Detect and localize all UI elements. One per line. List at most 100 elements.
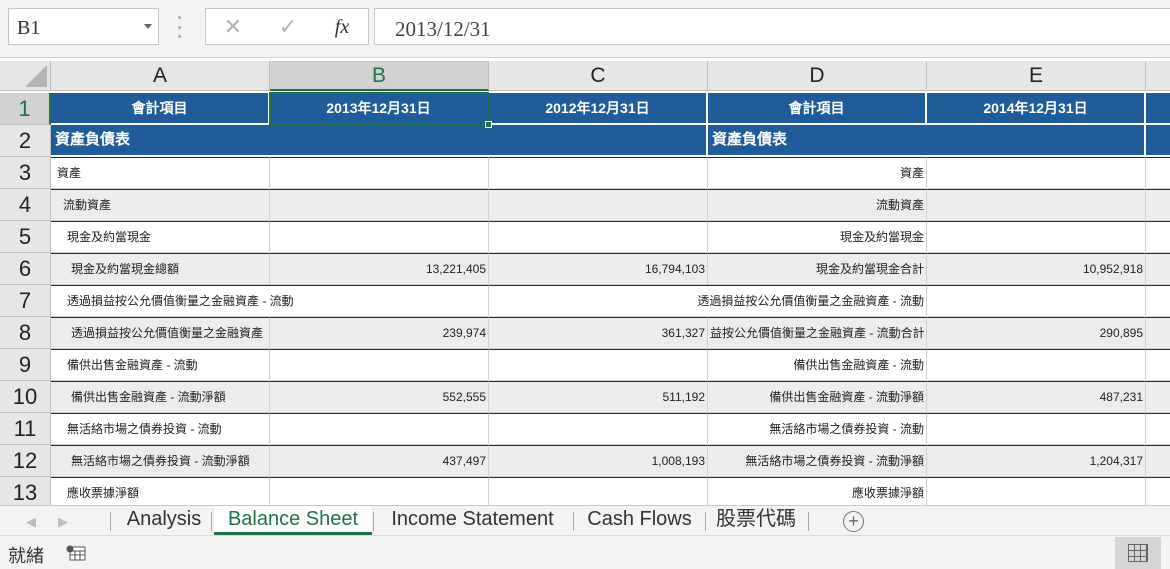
cell-c12[interactable]: 1,008,193 <box>489 445 708 477</box>
row-header-13[interactable]: 13 <box>0 477 51 505</box>
cell-b9[interactable] <box>270 349 489 381</box>
cancel-icon[interactable]: ✕ <box>218 13 248 41</box>
cell-b10[interactable]: 552,555 <box>270 381 489 413</box>
name-box-value[interactable]: B1 <box>17 17 40 40</box>
column-header-f[interactable] <box>1146 61 1170 91</box>
cell-a13[interactable]: 應收票據淨額 <box>51 477 270 505</box>
row-header-12[interactable]: 12 <box>0 445 51 477</box>
cell-b8[interactable]: 239,974 <box>270 317 489 349</box>
cell-e3[interactable] <box>927 157 1146 189</box>
row-header-10[interactable]: 10 <box>0 381 51 413</box>
cell-a6[interactable]: 現金及約當現金總額 <box>51 253 270 285</box>
header-cell-d[interactable]: 會計項目 <box>708 93 927 125</box>
column-header-a[interactable]: A <box>51 61 270 91</box>
macro-record-icon[interactable] <box>66 545 86 561</box>
cell-a9[interactable]: 備供出售金融資產 - 流動 <box>51 349 270 381</box>
header-cell-a[interactable]: 會計項目 <box>51 93 270 125</box>
chevron-down-icon[interactable] <box>144 24 152 29</box>
cell-e12[interactable]: 1,204,317 <box>927 445 1146 477</box>
cell-b4[interactable] <box>270 189 489 221</box>
formula-value[interactable]: 2013/12/31 <box>395 17 491 42</box>
column-header-d[interactable]: D <box>708 61 927 91</box>
cell-d7[interactable]: 透過損益按公允價值衡量之金融資產 - 流動 <box>489 285 927 317</box>
cell-f11[interactable] <box>1146 413 1170 445</box>
cell-c5[interactable] <box>489 221 708 253</box>
cell-f6[interactable] <box>1146 253 1170 285</box>
cell-f7[interactable] <box>1146 285 1170 317</box>
column-header-b[interactable]: B <box>270 61 489 91</box>
cell-a12[interactable]: 無活絡市場之債券投資 - 流動淨額 <box>51 445 270 477</box>
cell-a4[interactable]: 流動資產 <box>51 189 270 221</box>
header-cell-f[interactable] <box>1146 93 1170 125</box>
cell-b11[interactable] <box>270 413 489 445</box>
cell-d3[interactable]: 資產 <box>708 157 927 189</box>
column-header-e[interactable]: E <box>927 61 1146 91</box>
cell-e10[interactable]: 487,231 <box>927 381 1146 413</box>
cell-e8[interactable]: 290,895 <box>927 317 1146 349</box>
section-cell-f[interactable] <box>1146 125 1170 157</box>
row-header-6[interactable]: 6 <box>0 253 51 285</box>
cell-f9[interactable] <box>1146 349 1170 381</box>
add-sheet-icon[interactable]: + <box>843 511 864 532</box>
cell-e13[interactable] <box>927 477 1146 505</box>
row-header-7[interactable]: 7 <box>0 285 51 317</box>
cell-f3[interactable] <box>1146 157 1170 189</box>
cell-f13[interactable] <box>1146 477 1170 505</box>
cell-e6[interactable]: 10,952,918 <box>927 253 1146 285</box>
section-title-right[interactable]: 資產負債表 <box>708 125 1146 157</box>
cell-c4[interactable] <box>489 189 708 221</box>
cell-e5[interactable] <box>927 221 1146 253</box>
cell-c13[interactable] <box>489 477 708 505</box>
formula-input[interactable]: 2013/12/31 <box>374 8 1170 45</box>
cell-e11[interactable] <box>927 413 1146 445</box>
sheet-tab-1[interactable]: Analysis <box>114 506 214 535</box>
cell-b13[interactable] <box>270 477 489 505</box>
cell-a11[interactable]: 無活絡市場之債券投資 - 流動 <box>51 413 270 445</box>
cell-d10[interactable]: 備供出售金融資產 - 流動淨額 <box>708 381 927 413</box>
row-header-11[interactable]: 11 <box>0 413 51 445</box>
cell-d8[interactable]: 益按公允價值衡量之金融資產 - 流動合計 <box>708 317 927 349</box>
cell-c6[interactable]: 16,794,103 <box>489 253 708 285</box>
cell-f10[interactable] <box>1146 381 1170 413</box>
row-header-4[interactable]: 4 <box>0 189 51 221</box>
name-box[interactable]: B1 <box>8 8 159 45</box>
cell-c9[interactable] <box>489 349 708 381</box>
row-header-1[interactable]: 1 <box>0 93 51 125</box>
sheet-tab-2[interactable]: Balance Sheet <box>214 506 372 535</box>
cell-a7[interactable]: 透過損益按公允價值衡量之金融資產 - 流動 <box>51 285 489 317</box>
fill-handle[interactable] <box>485 121 492 128</box>
chevron-left-icon[interactable]: ◀ <box>26 514 36 530</box>
cell-f4[interactable] <box>1146 189 1170 221</box>
select-all-button[interactable] <box>0 61 51 91</box>
row-header-8[interactable]: 8 <box>0 317 51 349</box>
cell-f8[interactable] <box>1146 317 1170 349</box>
header-cell-c[interactable]: 2012年12月31日 <box>489 93 708 125</box>
enter-icon[interactable]: ✓ <box>273 13 303 41</box>
cell-d5[interactable]: 現金及約當現金 <box>708 221 927 253</box>
row-header-9[interactable]: 9 <box>0 349 51 381</box>
cell-e4[interactable] <box>927 189 1146 221</box>
row-header-2[interactable]: 2 <box>0 125 51 157</box>
column-header-c[interactable]: C <box>489 61 708 91</box>
cell-d13[interactable]: 應收票據淨額 <box>708 477 927 505</box>
chevron-right-icon[interactable]: ▶ <box>58 514 68 530</box>
sheet-tab-5[interactable]: 股票代碼 <box>706 506 806 535</box>
row-header-5[interactable]: 5 <box>0 221 51 253</box>
cell-a10[interactable]: 備供出售金融資產 - 流動淨額 <box>51 381 270 413</box>
row-header-3[interactable]: 3 <box>0 157 51 189</box>
cell-c3[interactable] <box>489 157 708 189</box>
cell-d6[interactable]: 現金及約當現金合計 <box>708 253 927 285</box>
cell-b12[interactable]: 437,497 <box>270 445 489 477</box>
cell-d12[interactable]: 無活絡市場之債券投資 - 流動淨額 <box>708 445 927 477</box>
cell-c10[interactable]: 511,192 <box>489 381 708 413</box>
drag-handle-icon[interactable] <box>178 16 182 38</box>
cell-c8[interactable]: 361,327 <box>489 317 708 349</box>
cell-d11[interactable]: 無活絡市場之債券投資 - 流動 <box>708 413 927 445</box>
cell-e7[interactable] <box>927 285 1146 317</box>
cell-d9[interactable]: 備供出售金融資產 - 流動 <box>708 349 927 381</box>
cell-b3[interactable] <box>270 157 489 189</box>
cell-b5[interactable] <box>270 221 489 253</box>
cell-a5[interactable]: 現金及約當現金 <box>51 221 270 253</box>
cell-f5[interactable] <box>1146 221 1170 253</box>
insert-function-icon[interactable]: fx <box>327 13 357 41</box>
